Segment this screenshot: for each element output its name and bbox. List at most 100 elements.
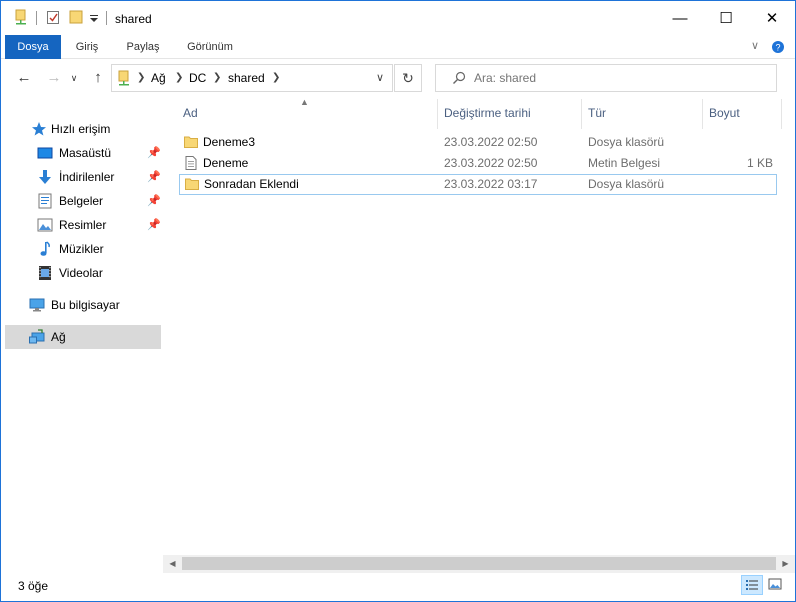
pin-icon[interactable]: 📌: [147, 218, 161, 232]
close-button[interactable]: ✕: [749, 1, 795, 35]
text-file-icon: [185, 156, 197, 170]
file-size: 1 KB: [746, 156, 773, 170]
file-name: Deneme: [203, 156, 249, 170]
file-modified: 23.03.2022 03:17: [444, 177, 538, 191]
scroll-left-icon[interactable]: ◀: [164, 555, 181, 573]
computer-icon: [29, 298, 45, 312]
nav-label: Ağ: [51, 330, 66, 344]
pictures-icon: [37, 218, 53, 232]
explorer-window: shared — ☐ ✕ Dosya Giriş Paylaş Görünüm …: [1, 1, 795, 601]
nav-item-documents[interactable]: Belgeler 📌: [5, 189, 161, 213]
file-modified: 23.03.2022 02:50: [444, 135, 538, 149]
nav-label: Resimler: [59, 218, 107, 232]
pin-icon[interactable]: 📌: [147, 170, 161, 184]
window-title: shared: [115, 12, 152, 26]
column-header-type[interactable]: Tür: [582, 97, 702, 129]
nav-item-pictures[interactable]: Resimler 📌: [5, 213, 161, 237]
nav-item-downloads[interactable]: İndirilenler 📌: [5, 165, 161, 189]
scrollbar-thumb[interactable]: [182, 557, 776, 570]
tab-view[interactable]: Görünüm: [177, 35, 243, 59]
file-list: ▲ Ad Değiştirme tarihi Tür Boyut Deneme3…: [163, 97, 795, 559]
horizontal-scrollbar[interactable]: ◀ ▶: [163, 555, 795, 573]
file-type: Dosya klasörü: [588, 135, 665, 149]
refresh-button[interactable]: ↻: [394, 64, 422, 92]
back-button[interactable]: ←: [13, 67, 35, 89]
breadcrumb-chevron-icon[interactable]: ❯: [137, 65, 145, 91]
status-bar: 3 öğe: [1, 573, 795, 601]
nav-item-this-pc[interactable]: Bu bilgisayar: [5, 293, 161, 317]
music-icon: [40, 241, 50, 256]
svg-text:?: ?: [775, 43, 780, 53]
network-folder-icon[interactable]: [13, 9, 29, 25]
ribbon-expand-icon[interactable]: ∨: [751, 39, 759, 52]
nav-label: Masaüstü: [59, 146, 112, 160]
breadcrumb-shared[interactable]: shared: [228, 65, 265, 91]
properties-icon[interactable]: [45, 9, 61, 25]
column-divider[interactable]: [781, 99, 782, 129]
file-type: Dosya klasörü: [588, 177, 665, 191]
scroll-right-icon[interactable]: ▶: [777, 555, 794, 573]
pin-icon[interactable]: 📌: [147, 194, 161, 208]
breadcrumb-chevron-icon[interactable]: ❯: [213, 65, 221, 91]
file-row[interactable]: Deneme 23.03.2022 02:50 Metin Belgesi 1 …: [179, 153, 777, 174]
nav-item-videos[interactable]: Videolar: [5, 261, 161, 285]
pin-icon[interactable]: 📌: [147, 146, 161, 160]
item-count: 3 öğe: [18, 579, 49, 593]
search-icon: [453, 71, 466, 84]
column-header-modified[interactable]: Değiştirme tarihi: [438, 97, 581, 129]
nav-item-music[interactable]: Müzikler: [5, 237, 161, 261]
breadcrumb-chevron-icon[interactable]: ❯: [272, 65, 280, 91]
nav-quick-access[interactable]: Hızlı erişim: [5, 117, 161, 141]
file-name: Sonradan Eklendi: [204, 177, 299, 191]
details-view-icon: [746, 580, 758, 590]
search-input[interactable]: [474, 69, 764, 87]
file-row[interactable]: Sonradan Eklendi 23.03.2022 03:17 Dosya …: [179, 174, 777, 195]
recent-locations-icon[interactable]: ∨: [67, 67, 81, 89]
large-icons-view-icon: [768, 578, 782, 590]
column-header-name[interactable]: Ad: [177, 97, 437, 129]
title-separator: [36, 11, 37, 25]
folder-icon: [184, 136, 198, 148]
maximize-button[interactable]: ☐: [703, 1, 749, 35]
title-separator: [106, 11, 107, 25]
details-view-button[interactable]: [741, 575, 763, 595]
file-modified: 23.03.2022 02:50: [444, 156, 538, 170]
navigation-bar: ← → ∨ ↑ ❯ Ağ ❯ DC ❯ shared ❯ ∨ ↻: [1, 59, 795, 97]
search-box[interactable]: [435, 64, 777, 92]
videos-icon: [39, 266, 51, 280]
title-bar[interactable]: shared — ☐ ✕: [1, 1, 795, 35]
breadcrumb-chevron-icon[interactable]: ❯: [175, 65, 183, 91]
column-header-size[interactable]: Boyut: [703, 97, 781, 129]
nav-label: Videolar: [59, 266, 103, 280]
tab-home[interactable]: Giriş: [65, 35, 109, 59]
nav-label: Bu bilgisayar: [51, 298, 120, 312]
folder-icon: [185, 178, 199, 190]
tab-file[interactable]: Dosya: [5, 35, 61, 59]
tab-share[interactable]: Paylaş: [117, 35, 169, 59]
breadcrumb-dc[interactable]: DC: [189, 65, 206, 91]
ribbon-tabs: Dosya Giriş Paylaş Görünüm ∨ ?: [1, 35, 795, 59]
breadcrumb-network[interactable]: Ağ: [151, 65, 166, 91]
star-icon: [32, 122, 46, 136]
navigation-pane: Hızlı erişim Masaüstü 📌 İndirilenler 📌 B…: [1, 97, 163, 571]
nav-item-desktop[interactable]: Masaüstü 📌: [5, 141, 161, 165]
address-dropdown-icon[interactable]: ∨: [368, 65, 392, 91]
help-icon[interactable]: ?: [771, 40, 785, 54]
downloads-icon: [39, 170, 51, 184]
file-type: Metin Belgesi: [588, 156, 661, 170]
nav-label: İndirilenler: [59, 170, 115, 184]
forward-button[interactable]: →: [43, 67, 65, 89]
large-icons-view-button[interactable]: [765, 575, 787, 595]
nav-label: Belgeler: [59, 194, 104, 208]
network-icon: [29, 329, 45, 344]
minimize-button[interactable]: —: [657, 1, 703, 35]
documents-icon: [38, 193, 52, 209]
quick-access-dropdown-icon[interactable]: [89, 9, 99, 25]
up-button[interactable]: ↑: [87, 67, 109, 89]
new-folder-icon[interactable]: [68, 9, 84, 25]
nav-item-network[interactable]: Ağ: [5, 325, 161, 349]
nav-label: Müzikler: [59, 242, 104, 256]
desktop-icon: [37, 147, 53, 159]
file-row[interactable]: Deneme3 23.03.2022 02:50 Dosya klasörü: [179, 132, 777, 153]
address-bar[interactable]: ❯ Ağ ❯ DC ❯ shared ❯ ∨: [111, 64, 393, 92]
